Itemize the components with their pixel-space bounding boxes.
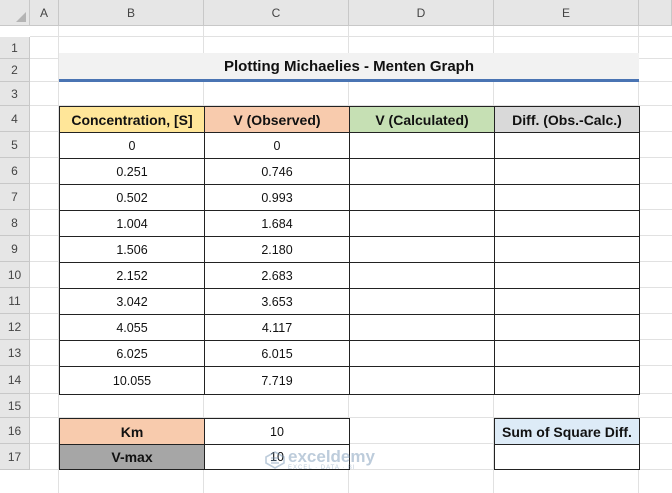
table-header-concentration[interactable]: Concentration, [S] <box>59 106 205 133</box>
cell-v-calculated[interactable] <box>349 158 495 185</box>
cell-concentration[interactable]: 3.042 <box>59 288 205 315</box>
cell-v-observed[interactable]: 6.015 <box>204 340 350 367</box>
spreadsheet-grid: Plotting Michaelies - Menten Graph ABCDE… <box>0 0 672 493</box>
cell-concentration[interactable]: 0 <box>59 132 205 159</box>
cell-v-calculated[interactable] <box>349 314 495 341</box>
km-value-cell[interactable]: 10 <box>204 418 350 445</box>
cell-concentration[interactable]: 1.506 <box>59 236 205 263</box>
sum-of-square-diff-label[interactable]: Sum of Square Diff. <box>494 418 640 445</box>
cell-difference[interactable] <box>494 314 640 341</box>
cell-v-calculated[interactable] <box>349 236 495 263</box>
row-header-8[interactable]: 8 <box>0 210 30 236</box>
sheet-title[interactable]: Plotting Michaelies - Menten Graph <box>59 53 639 79</box>
select-all-corner[interactable] <box>0 0 30 26</box>
table-header-difference[interactable]: Diff. (Obs.-Calc.) <box>494 106 640 133</box>
cell-concentration[interactable]: 10.055 <box>59 366 205 395</box>
cell-v-observed[interactable]: 0.993 <box>204 184 350 211</box>
cell-difference[interactable] <box>494 340 640 367</box>
cell-difference[interactable] <box>494 288 640 315</box>
row-header-6[interactable]: 6 <box>0 158 30 184</box>
row-header-5[interactable]: 5 <box>0 132 30 158</box>
table-header-v-calculated[interactable]: V (Calculated) <box>349 106 495 133</box>
cell-v-observed[interactable]: 4.117 <box>204 314 350 341</box>
cell-v-calculated[interactable] <box>349 132 495 159</box>
cell-concentration[interactable]: 6.025 <box>59 340 205 367</box>
row-header-10[interactable]: 10 <box>0 262 30 288</box>
row-header-2[interactable]: 2 <box>0 59 30 82</box>
cell-v-observed[interactable]: 0 <box>204 132 350 159</box>
row-header-9[interactable]: 9 <box>0 236 30 262</box>
cell-concentration[interactable]: 4.055 <box>59 314 205 341</box>
exceldemy-watermark: exceldemy EXCEL · DATA · BI <box>265 448 375 471</box>
table-header-v-observed[interactable]: V (Observed) <box>204 106 350 133</box>
row-header-15[interactable]: 15 <box>0 394 30 418</box>
vmax-label[interactable]: V-max <box>59 444 205 470</box>
row-header-12[interactable]: 12 <box>0 314 30 340</box>
cell-v-observed[interactable]: 2.180 <box>204 236 350 263</box>
title-underline <box>59 79 639 82</box>
row-header-7[interactable]: 7 <box>0 184 30 210</box>
watermark-name: exceldemy <box>288 447 375 466</box>
row-header-13[interactable]: 13 <box>0 340 30 366</box>
cell-difference[interactable] <box>494 158 640 185</box>
column-header-e[interactable]: E <box>494 0 639 26</box>
cell-v-calculated[interactable] <box>349 340 495 367</box>
cell-v-calculated[interactable] <box>349 184 495 211</box>
select-all-triangle-icon <box>16 12 26 22</box>
column-header-c[interactable]: C <box>204 0 349 26</box>
cell-v-observed[interactable]: 1.684 <box>204 210 350 237</box>
row-header-16[interactable]: 16 <box>0 418 30 444</box>
cell-v-calculated[interactable] <box>349 366 495 395</box>
exceldemy-logo-icon <box>265 450 285 469</box>
cell-concentration[interactable]: 1.004 <box>59 210 205 237</box>
row-header-3[interactable]: 3 <box>0 82 30 106</box>
km-label[interactable]: Km <box>59 418 205 445</box>
cell-v-calculated[interactable] <box>349 262 495 289</box>
row-header-17[interactable]: 17 <box>0 444 30 470</box>
column-header-b[interactable]: B <box>59 0 204 26</box>
column-header-a[interactable]: A <box>30 0 59 26</box>
row-header-4[interactable]: 4 <box>0 106 30 132</box>
cell-difference[interactable] <box>494 184 640 211</box>
cell-concentration[interactable]: 2.152 <box>59 262 205 289</box>
row-header-11[interactable]: 11 <box>0 288 30 314</box>
cell-difference[interactable] <box>494 132 640 159</box>
column-header-f[interactable] <box>639 0 672 26</box>
cell-v-observed[interactable]: 2.683 <box>204 262 350 289</box>
cell-v-calculated[interactable] <box>349 288 495 315</box>
cell-concentration[interactable]: 0.502 <box>59 184 205 211</box>
cell-difference[interactable] <box>494 262 640 289</box>
row-header-14[interactable]: 14 <box>0 366 30 394</box>
cell-v-calculated[interactable] <box>349 210 495 237</box>
row-header-1[interactable]: 1 <box>0 37 30 59</box>
cell-v-observed[interactable]: 3.653 <box>204 288 350 315</box>
cell-difference[interactable] <box>494 210 640 237</box>
sum-of-square-diff-value[interactable] <box>494 444 640 470</box>
gridline-horizontal <box>30 36 672 37</box>
column-header-d[interactable]: D <box>349 0 494 26</box>
cell-v-observed[interactable]: 0.746 <box>204 158 350 185</box>
cell-difference[interactable] <box>494 366 640 395</box>
cell-v-observed[interactable]: 7.719 <box>204 366 350 395</box>
cell-concentration[interactable]: 0.251 <box>59 158 205 185</box>
cell-difference[interactable] <box>494 236 640 263</box>
